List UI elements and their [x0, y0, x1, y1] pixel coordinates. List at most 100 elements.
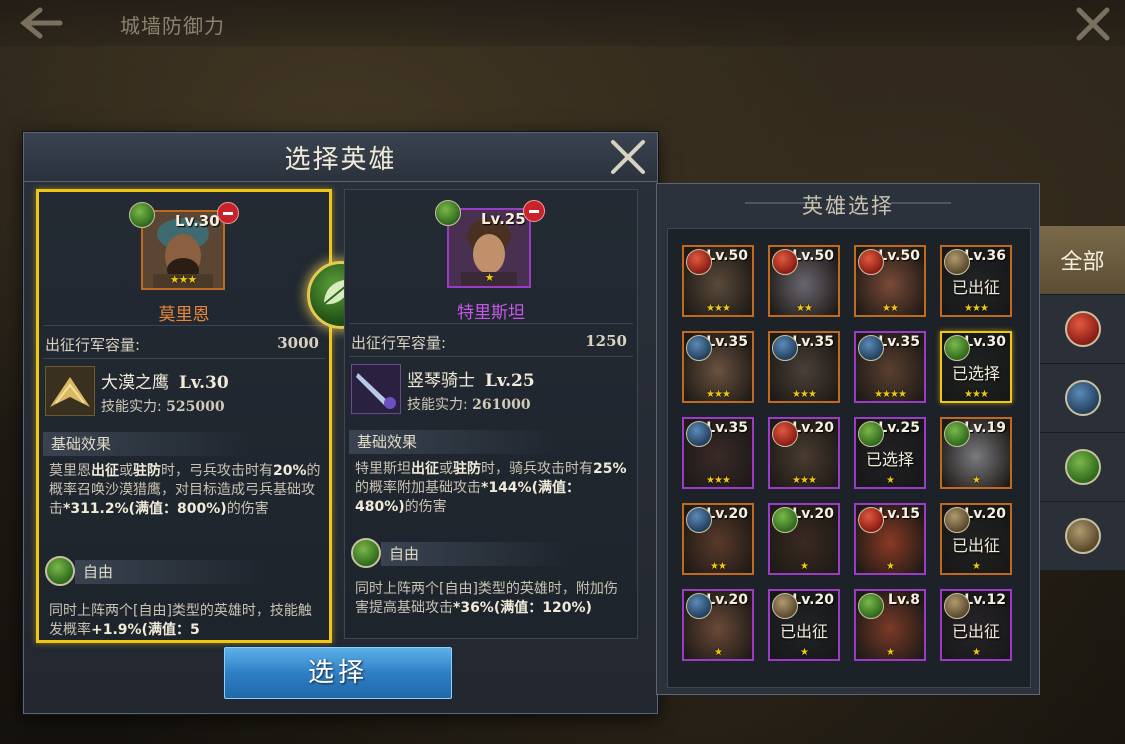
hero-tile-stars: ★	[972, 475, 981, 486]
filter-tab-sword[interactable]	[1040, 364, 1125, 433]
back-arrow-icon[interactable]	[18, 6, 64, 40]
hero-stars: ★★★	[169, 273, 198, 286]
leaf-class-icon	[129, 202, 155, 228]
close-icon[interactable]	[1073, 4, 1113, 44]
hero-tile-level: Lv.20	[792, 592, 834, 608]
select-button[interactable]: 选择	[224, 647, 452, 699]
hero-name: 特里斯坦	[457, 303, 525, 323]
hero-tile-stars: ★★	[882, 303, 899, 314]
hero-tile-stars: ★★★	[964, 303, 989, 314]
hero-tile-level: Lv.35	[706, 334, 748, 350]
desc-text: 的概率附加基础攻击	[355, 480, 481, 496]
hero-tile[interactable]: Lv.20 ★★	[682, 503, 754, 575]
desc-text: 时，骑兵攻击时有	[481, 461, 593, 477]
hero-card-tristan[interactable]: ★ Lv.25 特里斯坦 出征行军容量: 1250 竖琴骑士 Lv.25 技能实力…	[344, 189, 638, 639]
hammer-class-icon	[772, 593, 798, 619]
hero-tile-stars: ★★★	[964, 389, 989, 400]
desc-text: 的伤害	[404, 499, 447, 515]
top-bar-title: 城墙防御力	[120, 14, 225, 38]
hero-tile[interactable]: Lv.35 ★★★	[682, 331, 754, 403]
hero-tile[interactable]: Lv.35 ★★★	[682, 417, 754, 489]
hero-tile-level: Lv.50	[792, 248, 834, 264]
eagle-skill-icon	[45, 366, 95, 416]
hero-tile[interactable]: Lv.20 ★	[768, 503, 840, 575]
hero-tile-stars: ★	[886, 561, 895, 572]
hero-tile[interactable]: Lv.20 ★ 已出征	[940, 503, 1012, 575]
hero-tile[interactable]: Lv.50 ★★	[854, 245, 926, 317]
divider	[43, 325, 325, 326]
fire-class-icon	[1065, 311, 1101, 347]
filter-tab-hammer[interactable]	[1040, 502, 1125, 571]
hammer-class-icon	[944, 593, 970, 619]
hero-tile[interactable]: Lv.25 ★ 已选择	[854, 417, 926, 489]
desc-text: 或	[119, 463, 133, 479]
desc-highlight: 25%	[593, 461, 627, 477]
hero-tile-stars: ★	[972, 561, 981, 572]
hero-tile[interactable]: Lv.35 ★★★★	[854, 331, 926, 403]
hero-tile[interactable]: Lv.12 ★ 已出征	[940, 589, 1012, 661]
skill-power-value: 261000	[472, 397, 531, 413]
hero-tile-level: Lv.8	[888, 592, 920, 608]
leaf-class-icon	[944, 421, 970, 447]
hero-tile-status: 已选择	[951, 364, 1000, 383]
hero-tile[interactable]: Lv.8 ★	[854, 589, 926, 661]
hero-tile[interactable]: Lv.20 ★★★	[768, 417, 840, 489]
hero-tile-stars: ★	[800, 561, 809, 572]
hero-tile[interactable]: Lv.50 ★★★	[682, 245, 754, 317]
hammer-class-icon	[944, 507, 970, 533]
leaf-class-icon	[772, 507, 798, 533]
hero-panel-title: 英雄选择	[802, 194, 894, 218]
hero-tile-level: Lv.35	[792, 334, 834, 350]
hero-tile[interactable]: Lv.19 ★	[940, 417, 1012, 489]
hero-tile[interactable]: Lv.35 ★★★	[768, 331, 840, 403]
desc-highlight: *311.2%(满值：800%)	[63, 501, 227, 517]
base-effect-description: 特里斯坦出征或驻防时，骑兵攻击时有25%的概率附加基础攻击*144%(满值：48…	[355, 460, 629, 517]
hero-name: 莫里恩	[158, 305, 210, 325]
leaf-class-icon	[435, 200, 461, 226]
capacity-value: 1250	[585, 332, 627, 350]
hero-tile[interactable]: Lv.20 ★	[682, 589, 754, 661]
hero-tile[interactable]: Lv.20 ★ 已出征	[768, 589, 840, 661]
desc-text: 莫里恩	[49, 463, 91, 479]
hero-tile[interactable]: Lv.50 ★★	[768, 245, 840, 317]
hero-tile-level: Lv.36	[964, 248, 1006, 264]
hero-tile-level: Lv.20	[706, 592, 748, 608]
hero-tile[interactable]: Lv.15 ★	[854, 503, 926, 575]
hero-tile-level: Lv.15	[878, 506, 920, 522]
hero-tile-level: Lv.20	[792, 420, 834, 436]
skill-power: 技能实力: 261000	[407, 394, 531, 414]
hero-tile-level: Lv.25	[878, 420, 920, 436]
hero-tile-stars: ★★★	[706, 303, 731, 314]
dialog-close-icon[interactable]	[607, 137, 649, 177]
leaf-class-icon	[858, 593, 884, 619]
hero-tile-level: Lv.12	[964, 592, 1006, 608]
hero-tile[interactable]: Lv.30 ★★★ 已选择	[940, 331, 1012, 403]
skill-name-text: 大漠之鹰	[101, 373, 169, 393]
trait-description: 同时上阵两个[自由]类型的英雄时，附加伤害提高基础攻击*36%(满值：120%)	[355, 580, 629, 618]
remove-hero-icon[interactable]	[217, 202, 239, 224]
hero-card-morien[interactable]: ★★★ Lv.30 莫里恩 出征行军容量: 3000 大漠之鹰 Lv.30 技能实…	[36, 189, 332, 643]
hero-tile-level: Lv.50	[706, 248, 748, 264]
trait-description: 同时上阵两个[自由]类型的英雄时，技能触发概率+1.9%(满值：5	[49, 602, 321, 640]
filter-tab-fire[interactable]	[1040, 295, 1125, 364]
trait-desc-highlight: *36%(满值：120%)	[453, 600, 592, 616]
hero-tile[interactable]: Lv.36 ★★★ 已出征	[940, 245, 1012, 317]
remove-hero-icon[interactable]	[523, 200, 545, 222]
sword-class-icon	[1065, 380, 1101, 416]
filter-tab-leaf[interactable]	[1040, 433, 1125, 502]
trait-title: 自由	[389, 545, 420, 563]
sword-class-icon	[686, 335, 712, 361]
skill-level: Lv.30	[179, 373, 229, 393]
hero-tile-level: Lv.20	[706, 506, 748, 522]
hero-tile-stars: ★	[714, 647, 723, 658]
sword-class-icon	[686, 593, 712, 619]
skill-name: 竖琴骑士 Lv.25	[407, 366, 535, 391]
skill-power: 技能实力: 525000	[101, 396, 225, 416]
fire-class-icon	[772, 249, 798, 275]
sword-class-icon	[686, 421, 712, 447]
capacity-label: 出征行军容量:	[45, 336, 141, 354]
fire-class-icon	[858, 249, 884, 275]
filter-tab-all[interactable]: 全部	[1040, 226, 1125, 295]
hero-tile-status: 已出征	[951, 622, 1000, 641]
hero-tile-level: Lv.19	[964, 420, 1006, 436]
